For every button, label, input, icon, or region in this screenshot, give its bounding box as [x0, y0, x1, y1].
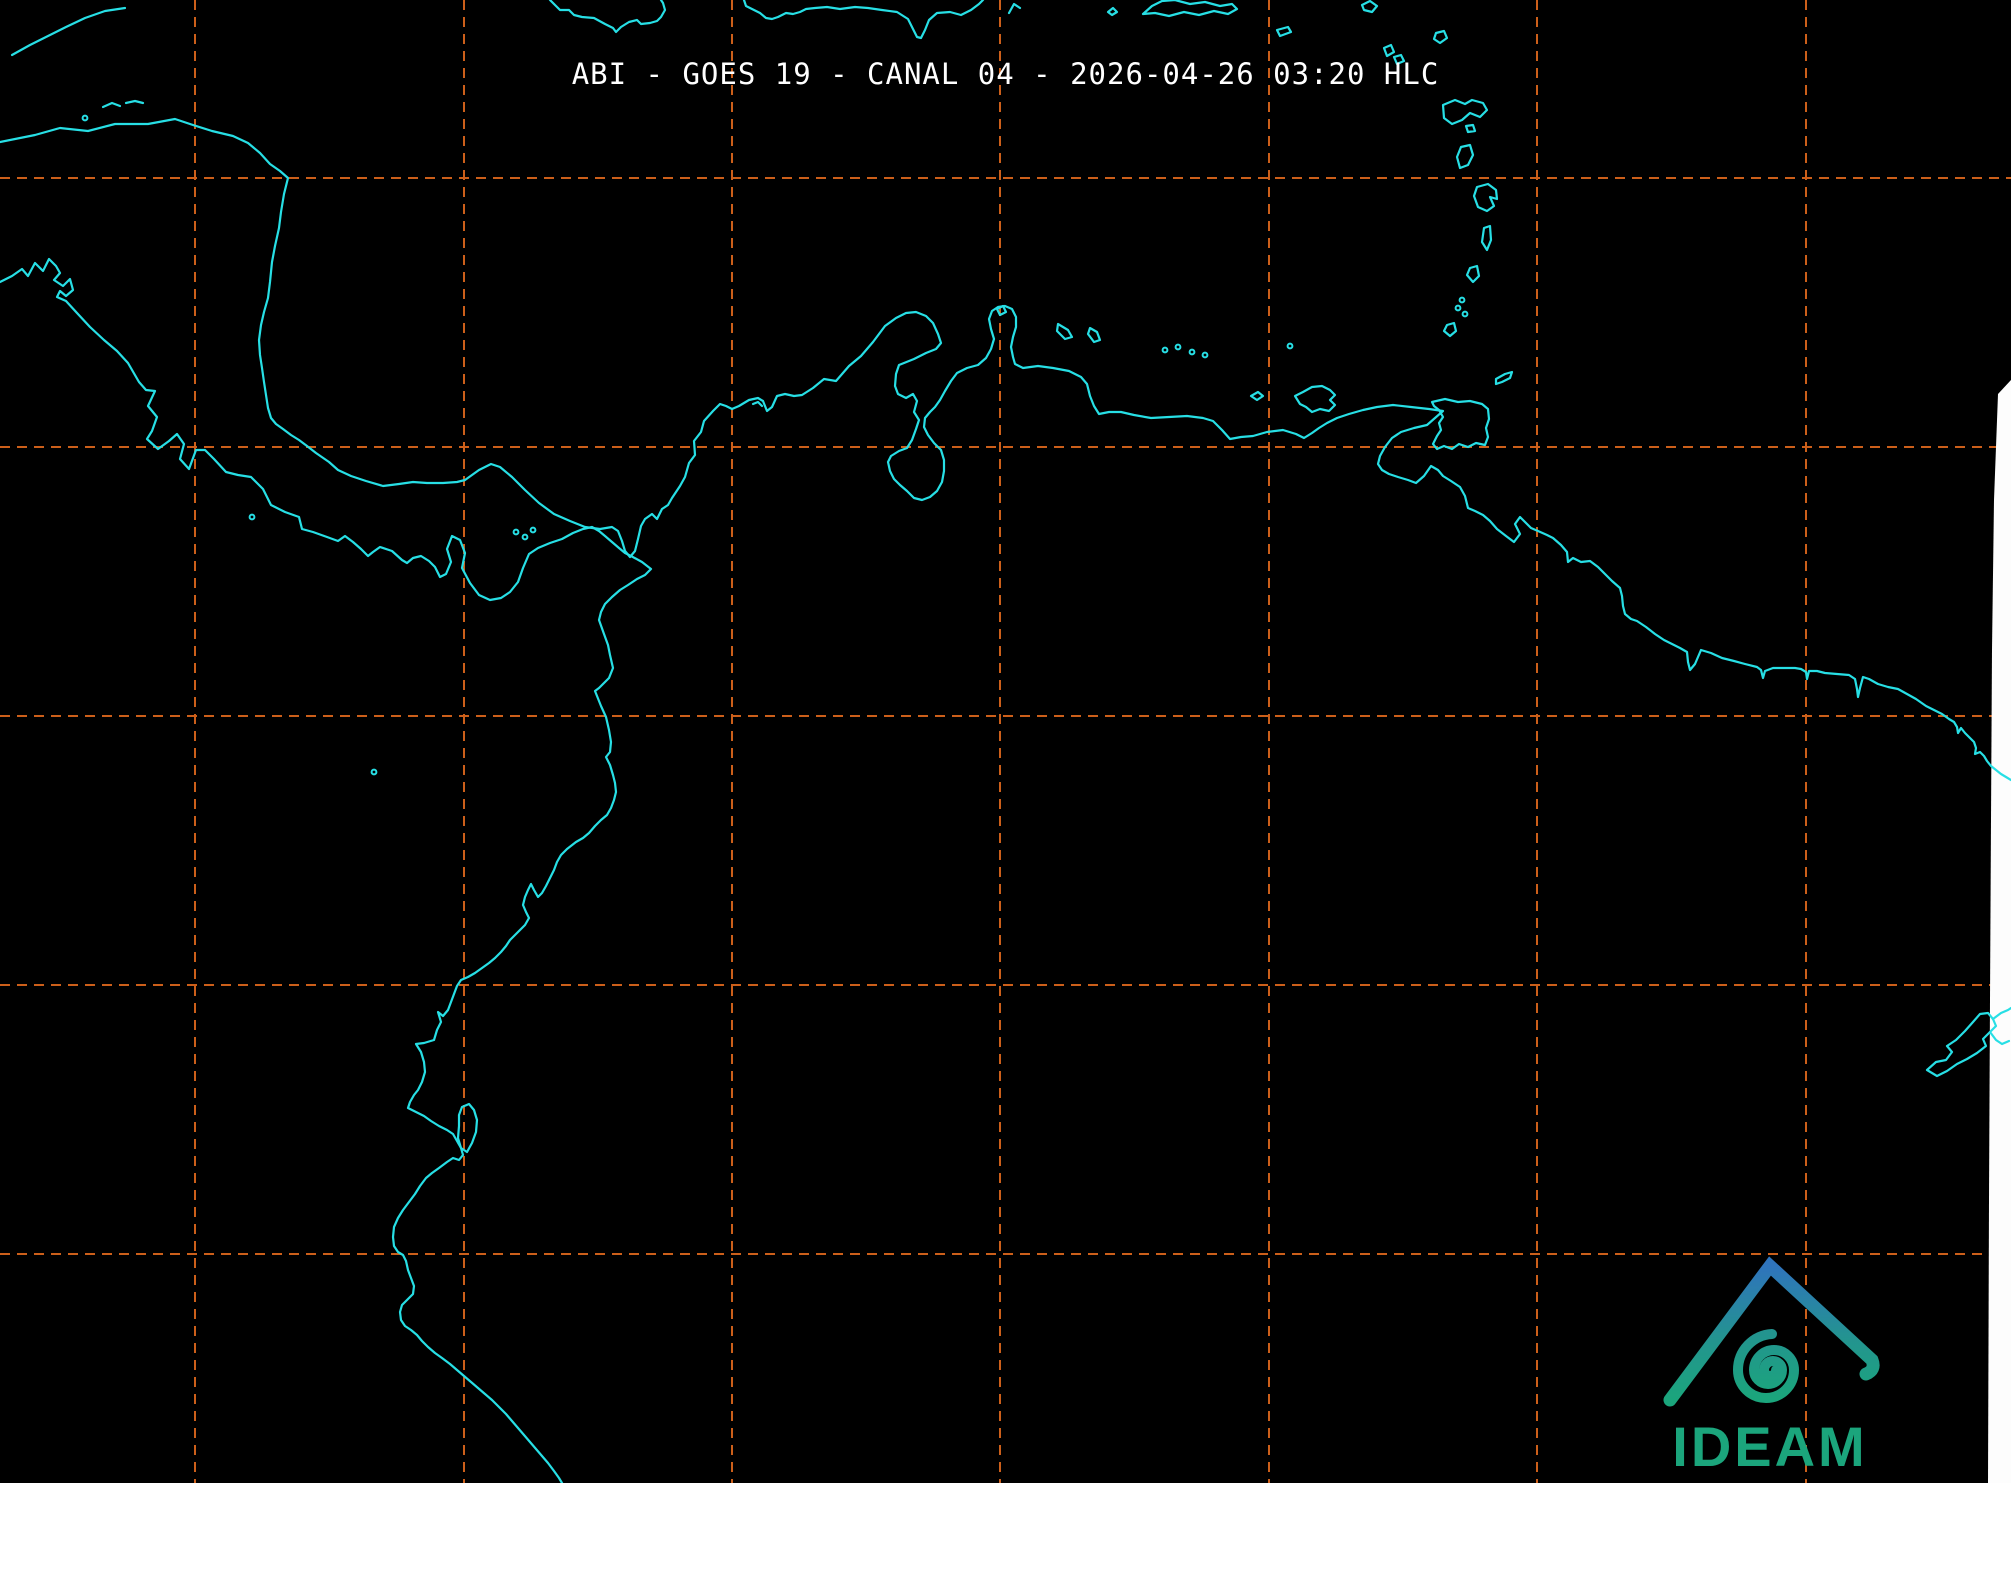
coastline-leeward-1: [1360, 0, 1379, 14]
island-dot: [81, 114, 89, 122]
colorbar-panel: Reflectancia 0.00.20.40.60.81.0: [0, 1483, 2011, 1577]
day-night-terminator: [1988, 380, 2011, 1483]
island-dot: [1286, 342, 1294, 350]
coastline-st-croix: [1275, 25, 1293, 38]
coastline-la-tortuga: [1249, 390, 1265, 402]
island-dot: [248, 513, 256, 521]
coastline-bay-islands-1: [101, 101, 122, 109]
logo-swirl-icon: [1732, 1329, 1800, 1403]
coastline-grenada: [1442, 321, 1458, 338]
island-dot: [529, 526, 537, 534]
coastline-hispaniola-south: [742, 0, 985, 40]
coastline-martinique: [1472, 182, 1499, 213]
island-dot: [1454, 304, 1462, 312]
map-title: ABI - GOES 19 - CANAL 04 - 2026-04-26 03…: [571, 57, 1440, 91]
island-dot: [1461, 310, 1469, 318]
coastline-st-vincent: [1465, 264, 1481, 284]
terminator-group: [1988, 380, 2011, 1483]
island-dot: [370, 768, 378, 776]
coastline-puerto-rico: [1141, 0, 1239, 18]
coastline-pacific-coast: [0, 257, 653, 1483]
coastline-curacao: [1055, 322, 1074, 341]
coastline-dominica: [1455, 143, 1475, 170]
coastline-margarita: [1293, 384, 1337, 414]
coastline-hispaniola-east-bit: [1007, 2, 1022, 15]
island-dot: [1458, 296, 1466, 304]
coastline-guadeloupe: [1441, 98, 1489, 126]
coastline-jamaica: [548, 0, 667, 34]
satellite-map: ABI - GOES 19 - CANAL 04 - 2026-04-26 03…: [0, 0, 2011, 1483]
coastline-virgin-islet: [1106, 6, 1119, 17]
coastline-san-blas-islets: [751, 400, 764, 408]
island-dot: [521, 533, 529, 541]
coastline-leeward-2: [1432, 29, 1449, 45]
coastline-caribbean-main: [0, 117, 2011, 782]
island-dot: [1161, 346, 1169, 354]
logo-text: IDEAM: [1672, 1415, 1867, 1478]
coastline-yucatan-fragment: [10, 6, 127, 57]
island-dot: [1201, 351, 1209, 359]
island-dot: [1188, 348, 1196, 356]
coastline-bay-islands-2: [124, 99, 145, 105]
coastline-tobago: [1494, 370, 1514, 386]
island-dot: [1174, 343, 1182, 351]
coastline-marie-galante: [1464, 123, 1477, 134]
coastline-puna-island: [456, 1102, 479, 1154]
coastline-bonaire: [1086, 326, 1102, 344]
screenshot-root: ABI - GOES 19 - CANAL 04 - 2026-04-26 03…: [0, 0, 2011, 1577]
coastline-trinidad: [1430, 397, 1491, 451]
coastline-aruba: [995, 304, 1008, 317]
coastline-barbuda: [1382, 43, 1396, 58]
coastline-st-lucia: [1480, 224, 1493, 252]
island-dot: [512, 528, 520, 536]
coastline-amazon-mouth-island: [1925, 1011, 1998, 1078]
ideam-logo: IDEAM: [1663, 1256, 1880, 1478]
